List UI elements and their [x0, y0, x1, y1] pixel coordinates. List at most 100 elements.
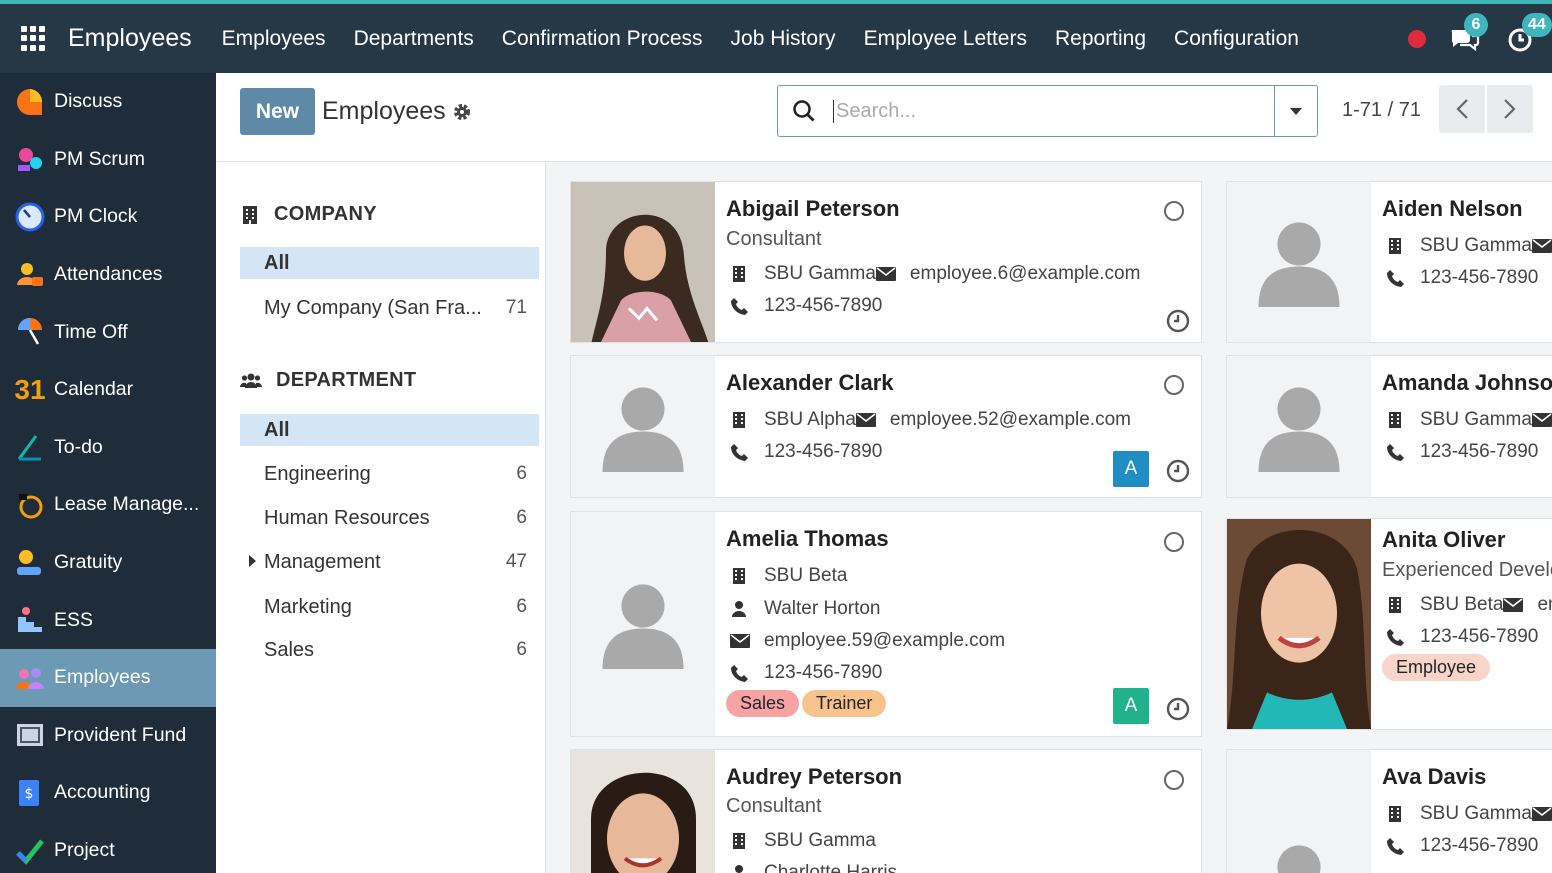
- envelope-icon: [875, 267, 896, 281]
- user-avatar-badge[interactable]: A: [1113, 688, 1149, 724]
- company-filter-my-company[interactable]: My Company (San Fra... 71: [240, 292, 539, 324]
- menu-confirmation-process[interactable]: Confirmation Process: [502, 27, 703, 51]
- user-icon: [732, 601, 746, 617]
- employee-phone: 123-456-7890: [1386, 626, 1538, 648]
- provident-fund-icon: [14, 719, 46, 751]
- activity-clock-icon[interactable]: [1166, 309, 1190, 333]
- presence-status-icon: [1164, 201, 1184, 221]
- department-section-header: DEPARTMENT: [240, 369, 416, 392]
- menu-employees[interactable]: Employees: [222, 27, 326, 51]
- new-button[interactable]: New: [240, 88, 315, 135]
- employee-email[interactable]: employee.6@example.com: [910, 263, 1141, 285]
- department-filter-human-resources[interactable]: Human Resources 6: [240, 502, 539, 534]
- employee-card-aiden-nelson[interactable]: Aiden Nelson SBU Gamma 123-456-7890: [1226, 181, 1552, 343]
- sidebar-item-label: Accounting: [54, 781, 151, 804]
- app-title[interactable]: Employees: [68, 24, 192, 53]
- employee-company: SBU Alpha employee.52@example.com: [730, 409, 1131, 431]
- sidebar-item-label: Time Off: [54, 320, 128, 343]
- menu-employee-letters[interactable]: Employee Letters: [864, 27, 1027, 51]
- building-icon: [733, 266, 745, 282]
- employee-company: SBU Beta: [730, 565, 847, 587]
- employee-email[interactable]: en: [1537, 594, 1552, 616]
- status-dot-icon[interactable]: [1408, 29, 1426, 48]
- sidebar-item-ess[interactable]: ESS: [0, 591, 216, 649]
- employee-email[interactable]: employee.59@example.com: [764, 630, 1005, 652]
- employee-card-anita-oliver[interactable]: Anita Oliver Experienced Developer SBU B…: [1226, 518, 1552, 730]
- caret-right-icon[interactable]: [249, 555, 256, 567]
- employee-card-audrey-peterson[interactable]: Audrey Peterson Consultant SBU Gamma Cha…: [570, 749, 1202, 873]
- user-icon: [735, 865, 743, 873]
- gear-icon[interactable]: [452, 102, 472, 122]
- search-options-toggle[interactable]: [1274, 86, 1317, 136]
- building-icon: [1389, 597, 1401, 613]
- lease-icon: [14, 489, 46, 521]
- activities-button[interactable]: 44: [1506, 12, 1552, 55]
- building-icon: [733, 412, 745, 428]
- search-input[interactable]: [833, 99, 1263, 123]
- sidebar-item-employees[interactable]: Employees: [0, 648, 216, 707]
- sidebar-item-time-off[interactable]: Time Off: [0, 303, 216, 361]
- employee-placeholder-avatar: [571, 356, 715, 497]
- sidebar-item-todo[interactable]: To-do: [0, 419, 216, 477]
- pager-value[interactable]: 1-71 / 71: [1342, 99, 1421, 122]
- user-avatar-badge[interactable]: A: [1113, 451, 1149, 487]
- sidebar-item-accounting[interactable]: $ Accounting: [0, 764, 216, 822]
- phone-icon: [1387, 270, 1404, 287]
- employee-manager: Walter Horton: [730, 598, 881, 620]
- pager-next-button[interactable]: [1487, 85, 1533, 133]
- sidebar-item-discuss[interactable]: Discuss: [0, 73, 216, 131]
- company-filter-all[interactable]: All: [240, 247, 539, 279]
- sidebar-item-calendar[interactable]: 31 Calendar: [0, 361, 216, 419]
- department-filter-engineering[interactable]: Engineering 6: [240, 458, 539, 490]
- employee-card-ava-davis[interactable]: Ava Davis SBU Gamma 123-456-7890: [1226, 749, 1552, 873]
- messages-button[interactable]: 6: [1448, 12, 1488, 55]
- employee-photo: [1227, 519, 1371, 729]
- phone-icon: [1387, 838, 1404, 855]
- search-bar: [777, 85, 1318, 137]
- employee-name: Alexander Clark: [726, 370, 894, 395]
- menu-reporting[interactable]: Reporting: [1055, 27, 1146, 51]
- employee-card-amelia-thomas[interactable]: Amelia Thomas SBU Beta Walter Horton emp…: [570, 511, 1202, 737]
- presence-status-icon: [1164, 532, 1184, 552]
- building-icon: [1389, 806, 1401, 822]
- pager-previous-button[interactable]: [1439, 85, 1485, 133]
- menu-configuration[interactable]: Configuration: [1174, 27, 1299, 51]
- employee-card-amanda-johnson[interactable]: Amanda Johnson SBU Gamma 123-456-7890: [1226, 355, 1552, 498]
- sidebar-item-lease[interactable]: Lease Manage...: [0, 476, 216, 534]
- employee-card-abigail-peterson[interactable]: Abigail Peterson Consultant SBU Gamma em…: [570, 181, 1202, 343]
- sidebar-item-pm-clock[interactable]: PM Clock: [0, 188, 216, 246]
- employee-card-alexander-clark[interactable]: Alexander Clark SBU Alpha employee.52@ex…: [570, 355, 1202, 498]
- search-icon: [793, 100, 815, 122]
- app-grid-icon[interactable]: [21, 25, 47, 52]
- sidebar-item-gratuity[interactable]: Gratuity: [0, 534, 216, 592]
- employee-name: Aiden Nelson: [1382, 196, 1523, 221]
- top-menu: Employees Departments Confirmation Proce…: [206, 27, 1311, 51]
- envelope-icon: [1531, 239, 1552, 253]
- chevron-right-icon: [1504, 99, 1516, 119]
- phone-icon: [731, 298, 748, 315]
- employee-email[interactable]: employee.52@example.com: [890, 409, 1131, 431]
- department-filter-marketing[interactable]: Marketing 6: [240, 591, 539, 623]
- sidebar-item-pm-scrum[interactable]: PM Scrum: [0, 131, 216, 189]
- department-filter-sales[interactable]: Sales 6: [240, 634, 539, 666]
- sidebar-item-project[interactable]: Project: [0, 822, 216, 873]
- employee-placeholder-avatar: [1227, 356, 1371, 497]
- menu-job-history[interactable]: Job History: [731, 27, 836, 51]
- activity-clock-icon[interactable]: [1166, 459, 1190, 483]
- users-icon: [240, 373, 262, 388]
- page-title: Employees: [322, 97, 446, 125]
- department-filter-all[interactable]: All: [240, 414, 539, 446]
- department-filter-management[interactable]: Management 47: [240, 546, 539, 578]
- attendances-icon: [14, 259, 46, 291]
- employees-icon: [14, 662, 46, 694]
- envelope-icon: [1531, 807, 1552, 821]
- employee-name: Audrey Peterson: [726, 764, 903, 789]
- menu-departments[interactable]: Departments: [354, 27, 474, 51]
- top-navbar: Employees Employees Departments Confirma…: [0, 0, 1552, 73]
- employee-company: SBU Gamma: [1386, 235, 1552, 257]
- sidebar-item-attendances[interactable]: Attendances: [0, 246, 216, 304]
- sidebar-item-provident-fund[interactable]: Provident Fund: [0, 707, 216, 765]
- employee-name: Abigail Peterson: [726, 196, 900, 221]
- activity-clock-icon[interactable]: [1166, 697, 1190, 721]
- control-panel: New Employees 1-71 / 71: [216, 73, 1552, 162]
